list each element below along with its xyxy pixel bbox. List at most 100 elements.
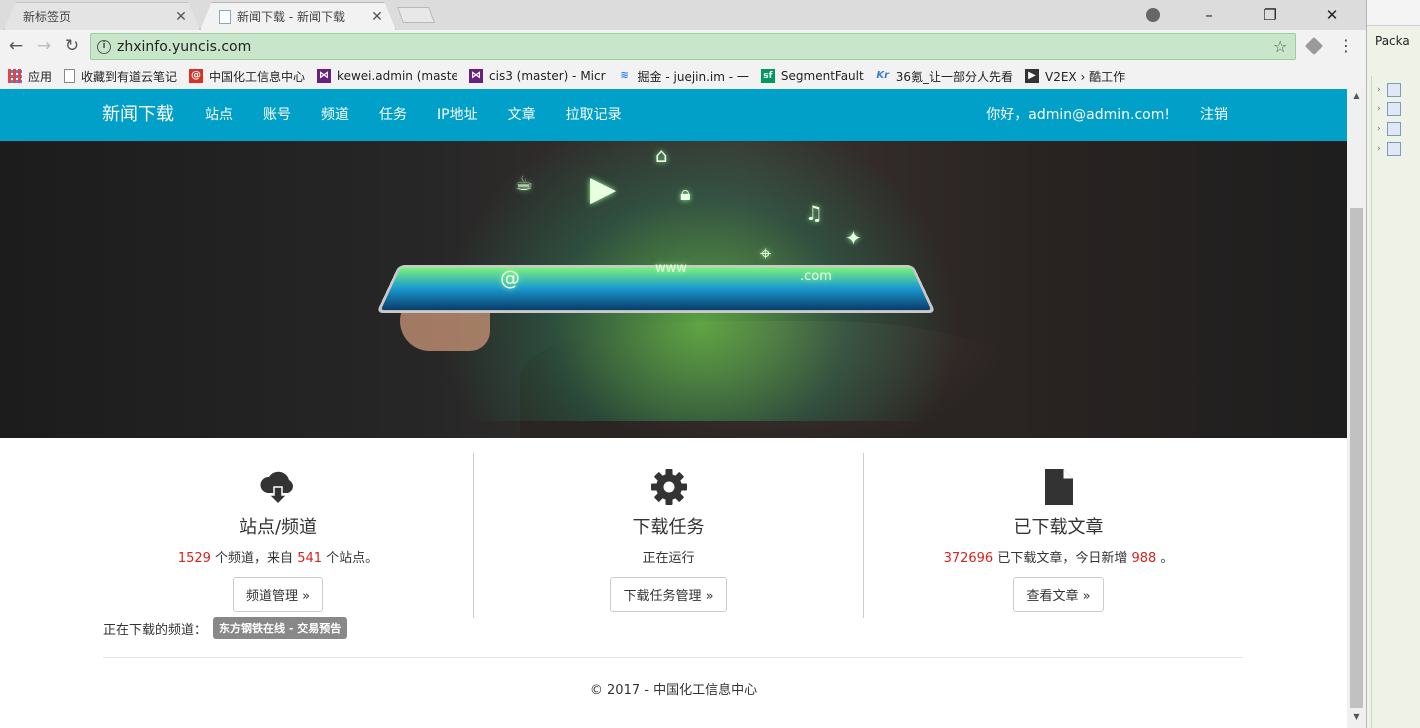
ide-panel-title: Packa bbox=[1375, 34, 1410, 48]
scroll-down-icon[interactable]: ▼ bbox=[1347, 712, 1366, 726]
address-bar[interactable]: i zhxinfo.yuncis.com ☆ bbox=[90, 33, 1296, 60]
tasks-status: 正在运行 bbox=[642, 551, 695, 566]
tasks-title: 下载任务 bbox=[632, 517, 705, 538]
nav-link-tasks[interactable]: 任务 bbox=[364, 89, 422, 141]
task-manage-button[interactable]: 下载任务管理 » bbox=[610, 577, 727, 612]
home-icon: ⌂ bbox=[655, 143, 668, 167]
articles-text: 已下载文章，今日新增 bbox=[993, 551, 1132, 566]
hero-banner-image: ▶ 🔒︎ ⌂ ☕︎ ♫ @ ✦ ⌖ .com www bbox=[0, 141, 1347, 438]
back-icon[interactable]: ← bbox=[5, 35, 27, 57]
scrollbar-thumb[interactable] bbox=[1350, 208, 1363, 708]
visual-studio-icon: ⋈ bbox=[317, 69, 332, 83]
bookmark-cheminfo[interactable]: @ 中国化工信息中心 bbox=[189, 68, 305, 85]
at-icon: @ bbox=[500, 266, 520, 290]
close-icon[interactable]: ✕ bbox=[173, 9, 189, 25]
chevron-right-icon: › bbox=[1377, 144, 1381, 154]
bookmark-label: V2EX › 酷工作 bbox=[1045, 69, 1126, 84]
bookmark-v2ex[interactable]: ▶ V2EX › 酷工作 bbox=[1025, 68, 1125, 85]
info-icon[interactable]: i bbox=[97, 39, 111, 54]
sites-text: 个站点。 bbox=[322, 551, 379, 566]
footer-copyright: © 2017 - 中国化工信息中心 bbox=[589, 683, 758, 698]
location-icon: ⌖ bbox=[760, 241, 772, 265]
downloading-label: 正在下载的频道： bbox=[103, 622, 208, 638]
segmentfault-icon: sf bbox=[760, 69, 775, 83]
bookmark-label: kewei.admin (maste bbox=[337, 69, 458, 83]
ide-tree-item[interactable]: › bbox=[1377, 82, 1420, 98]
v2ex-icon: ▶ bbox=[1025, 69, 1039, 83]
bulb-icon: ✦ bbox=[845, 226, 862, 250]
bookmark-cis3[interactable]: ⋈ cis3 (master) - Micr bbox=[469, 69, 606, 83]
ide-tree-item[interactable]: › bbox=[1377, 101, 1420, 117]
extension-icon[interactable] bbox=[1304, 36, 1324, 56]
ide-tree-guide bbox=[1371, 76, 1372, 728]
close-icon[interactable]: ✕ bbox=[369, 9, 385, 25]
nav-link-channels[interactable]: 频道 bbox=[306, 89, 364, 141]
ide-side-panel: Packa › › › › bbox=[1366, 0, 1420, 728]
profile-icon[interactable] bbox=[1146, 8, 1160, 22]
footer-divider bbox=[103, 657, 1243, 658]
ide-toolbar bbox=[1367, 0, 1420, 26]
sites-text: 个频道，来自 bbox=[210, 551, 298, 566]
minimize-button[interactable]: – bbox=[1186, 3, 1232, 27]
tasks-panel: 下载任务 正在运行 下载任务管理 » bbox=[473, 453, 863, 618]
page-icon bbox=[219, 9, 231, 24]
bookmark-label: 36氪_让一部分人先看 bbox=[895, 69, 1013, 84]
project-icon bbox=[1386, 122, 1401, 136]
tab-title: 新标签页 bbox=[23, 10, 72, 24]
bookmark-youdao[interactable]: 收藏到有道云笔记 bbox=[64, 68, 177, 85]
downloading-channel-badge: 东方钢铁在线 - 交易预告 bbox=[213, 617, 348, 639]
bookmark-segmentfault[interactable]: sf SegmentFault bbox=[760, 69, 864, 83]
play-icon: ▶ bbox=[590, 169, 617, 209]
user-greeting-link[interactable]: 你好，admin@admin.com! bbox=[971, 89, 1185, 141]
web-page: 新闻下载 站点 账号 频道 任务 IP地址 文章 拉取记录 你好，admin@a… bbox=[0, 89, 1347, 728]
bookmark-label: 掘金 - juejin.im - 一 bbox=[637, 69, 749, 84]
close-window-button[interactable]: ✕ bbox=[1309, 3, 1355, 27]
today-count: 988 bbox=[1131, 551, 1157, 566]
nav-link-pull-records[interactable]: 拉取记录 bbox=[551, 89, 637, 141]
nav-link-accounts[interactable]: 账号 bbox=[248, 89, 306, 141]
nav-user: 你好，admin@admin.com! 注销 bbox=[971, 89, 1243, 141]
bookmark-label: 收藏到有道云笔记 bbox=[81, 69, 178, 84]
top-navbar: 新闻下载 站点 账号 频道 任务 IP地址 文章 拉取记录 你好，admin@a… bbox=[0, 89, 1347, 141]
bookmark-kewei[interactable]: ⋈ kewei.admin (maste bbox=[317, 69, 457, 83]
bookmark-36kr[interactable]: Kr 36氪_让一部分人先看 bbox=[876, 68, 1013, 85]
restore-button[interactable]: ❐ bbox=[1247, 3, 1293, 27]
menu-icon[interactable]: ⋮ bbox=[1336, 34, 1356, 58]
channel-manage-button[interactable]: 频道管理 » bbox=[232, 577, 324, 612]
nav-links: 站点 账号 频道 任务 IP地址 文章 拉取记录 bbox=[190, 89, 637, 141]
new-tab-button[interactable] bbox=[397, 7, 435, 23]
chevron-right-icon: › bbox=[1377, 124, 1381, 134]
logout-link[interactable]: 注销 bbox=[1185, 89, 1243, 141]
kr-icon: Kr bbox=[876, 70, 890, 81]
ide-tree-item[interactable]: › bbox=[1377, 121, 1420, 137]
tab-new-tab[interactable]: 新标签页 ✕ bbox=[4, 2, 200, 30]
ide-tree-item[interactable]: › bbox=[1377, 141, 1420, 157]
browser-chrome: 新标签页 ✕ 新闻下载 - 新闻下载 ✕ – ❐ ✕ ← → ↻ i zhxin… bbox=[0, 0, 1366, 89]
file-icon bbox=[864, 465, 1253, 509]
project-icon bbox=[1386, 142, 1401, 156]
dotcom-icon: .com bbox=[800, 269, 832, 284]
bookmark-apps[interactable]: 应用 bbox=[8, 68, 52, 85]
nav-link-ip[interactable]: IP地址 bbox=[422, 89, 493, 141]
articles-text: 。 bbox=[1156, 551, 1174, 566]
project-icon bbox=[1386, 102, 1401, 116]
bookmark-star-icon[interactable]: ☆ bbox=[1273, 37, 1295, 56]
sites-title: 站点/频道 bbox=[238, 517, 318, 538]
nav-link-articles[interactable]: 文章 bbox=[493, 89, 551, 141]
page-icon bbox=[64, 69, 76, 83]
scroll-up-icon[interactable]: ▲ bbox=[1347, 91, 1366, 105]
channel-count: 1529 bbox=[177, 551, 211, 566]
tab-news-download[interactable]: 新闻下载 - 新闻下载 ✕ bbox=[200, 2, 396, 30]
forward-icon[interactable]: → bbox=[33, 35, 55, 57]
visual-studio-icon: ⋈ bbox=[469, 69, 484, 83]
bookmark-juejin[interactable]: ≋ 掘金 - juejin.im - 一 bbox=[618, 68, 749, 85]
url-text[interactable]: zhxinfo.yuncis.com bbox=[117, 39, 1273, 55]
view-articles-button[interactable]: 查看文章 » bbox=[1013, 577, 1104, 612]
cloud-download-icon bbox=[83, 465, 473, 509]
brand-link[interactable]: 新闻下载 bbox=[102, 89, 174, 141]
coffee-icon: ☕︎ bbox=[515, 171, 533, 195]
nav-link-sites[interactable]: 站点 bbox=[190, 89, 248, 141]
bookmark-label: 中国化工信息中心 bbox=[209, 69, 306, 84]
downloading-channel: 正在下载的频道： 东方钢铁在线 - 交易预告 bbox=[103, 617, 348, 639]
reload-icon[interactable]: ↻ bbox=[61, 35, 83, 57]
